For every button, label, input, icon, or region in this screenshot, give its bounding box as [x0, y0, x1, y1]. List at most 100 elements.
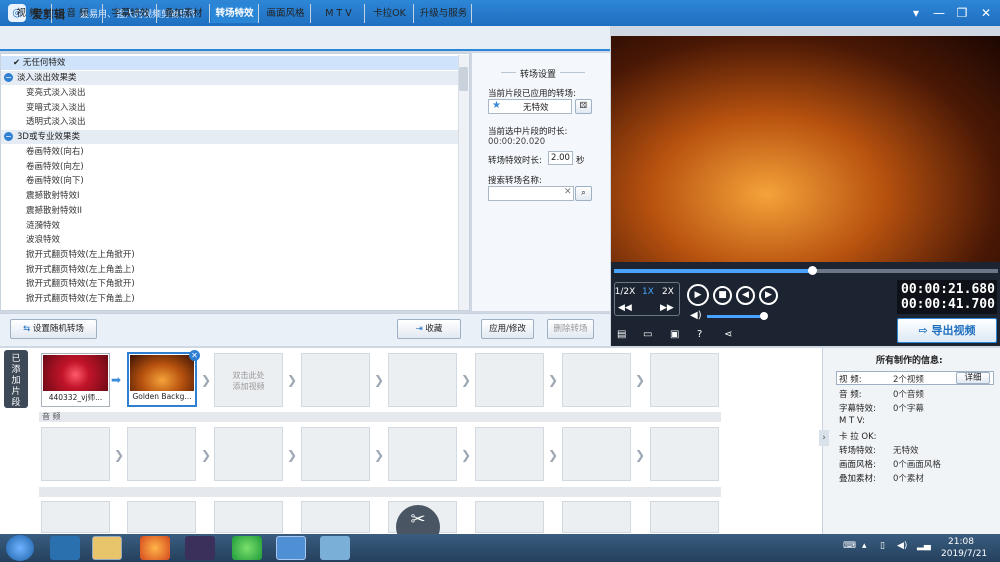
tab-upgrade[interactable]: 升级与服务: [416, 4, 472, 23]
notes-app-icon[interactable]: [320, 536, 350, 560]
transition-arrow-icon[interactable]: ➡: [111, 373, 121, 387]
collapse-panel-icon[interactable]: ›: [819, 430, 829, 446]
empty-slot[interactable]: [388, 427, 457, 481]
keyboard-icon[interactable]: ⌨: [843, 541, 856, 551]
effect-item[interactable]: 卷画特效(向左): [1, 160, 458, 174]
clock-time[interactable]: 21:08: [948, 537, 974, 547]
save-icon[interactable]: ▣: [670, 329, 679, 340]
empty-slot[interactable]: [475, 501, 544, 533]
maximize-icon[interactable]: ❐: [951, 4, 973, 22]
effect-item[interactable]: 震撼散射特效II: [1, 204, 458, 218]
apply-button[interactable]: 应用/修改: [481, 319, 534, 339]
effect-item[interactable]: 变亮式淡入淡出: [1, 86, 458, 100]
detail-button[interactable]: 详细: [956, 372, 990, 384]
empty-slot[interactable]: [301, 353, 370, 407]
menu-dropdown-icon[interactable]: ▾: [905, 4, 927, 22]
empty-slot[interactable]: [475, 427, 544, 481]
file-explorer-icon[interactable]: [92, 536, 122, 560]
speed-2x[interactable]: 2X: [657, 285, 679, 299]
empty-slot[interactable]: [127, 427, 196, 481]
delete-transition-button[interactable]: 删除转场: [547, 319, 594, 339]
effect-item[interactable]: 掀开式翻页特效(左下角盖上): [1, 292, 458, 306]
empty-slot[interactable]: [388, 353, 457, 407]
collect-button[interactable]: ⇥ 收藏: [397, 319, 461, 339]
network-icon[interactable]: ▂▄: [917, 541, 931, 551]
empty-slot[interactable]: [650, 501, 719, 533]
share-icon[interactable]: ⋖: [724, 329, 732, 340]
effect-item[interactable]: 变暗式淡入淡出: [1, 101, 458, 115]
empty-slot[interactable]: [650, 353, 719, 407]
tab-audio[interactable]: 音 频: [53, 4, 103, 23]
effect-duration-input[interactable]: 2.00: [548, 151, 573, 165]
open-folder-icon[interactable]: ▭: [643, 329, 652, 340]
empty-slot[interactable]: [41, 501, 110, 533]
empty-slot[interactable]: [475, 353, 544, 407]
rewind-icon[interactable]: ◀◀: [618, 303, 632, 313]
applied-transition-field[interactable]: ★ 无特效: [488, 99, 572, 114]
new-project-icon[interactable]: ▤: [617, 329, 626, 340]
tab-video[interactable]: 视 频: [4, 4, 52, 23]
clip-thumbnail-selected[interactable]: Golden Backg...: [127, 352, 197, 407]
empty-slot[interactable]: [214, 427, 283, 481]
volume-slider[interactable]: [707, 315, 763, 318]
video-app-icon[interactable]: [185, 536, 215, 560]
close-icon[interactable]: ✕: [975, 4, 997, 22]
play-icon[interactable]: ▶: [687, 284, 709, 306]
category-3d[interactable]: −3D或专业效果类: [1, 130, 458, 144]
next-frame-icon[interactable]: ▶: [759, 286, 778, 305]
empty-slot[interactable]: [301, 501, 370, 533]
speed-1x[interactable]: 1X: [637, 285, 659, 299]
stop-icon[interactable]: ■: [713, 286, 732, 305]
effect-item[interactable]: 掀开式翻页特效(左上角盖上): [1, 263, 458, 277]
effect-item[interactable]: 涟漪特效: [1, 219, 458, 233]
help-icon[interactable]: ?: [697, 329, 702, 340]
remove-clip-icon[interactable]: ✕: [189, 350, 200, 361]
effect-list-scrollbar[interactable]: [458, 55, 469, 310]
effect-item-none[interactable]: ✔ 无任何特效: [1, 56, 458, 70]
minimize-icon[interactable]: —: [928, 4, 950, 22]
battery-icon[interactable]: ▯: [880, 541, 885, 551]
empty-slot[interactable]: [562, 501, 631, 533]
added-clips-tab[interactable]: 已添加片段: [4, 350, 28, 408]
volume-knob[interactable]: [760, 312, 768, 320]
refresh-app-icon[interactable]: [232, 536, 262, 560]
effect-item[interactable]: 掀开式翻页特效(左下角掀开): [1, 277, 458, 291]
empty-slot[interactable]: [562, 427, 631, 481]
tab-style[interactable]: 画面风格: [261, 4, 311, 23]
effect-item[interactable]: 卷画特效(向下): [1, 174, 458, 188]
search-transition-input[interactable]: ✕: [488, 186, 574, 201]
tab-subtitle[interactable]: 字幕特效: [105, 4, 157, 23]
dice-icon[interactable]: ⚄: [575, 99, 592, 114]
empty-slot[interactable]: [214, 501, 283, 533]
tab-overlay[interactable]: 叠加素材: [158, 4, 210, 23]
start-button-icon[interactable]: [6, 535, 34, 561]
speaker-icon[interactable]: ◀): [897, 541, 907, 551]
prev-frame-icon[interactable]: ◀: [736, 286, 755, 305]
volume-icon[interactable]: ◀): [690, 310, 702, 321]
category-fade[interactable]: − 淡入淡出效果类: [1, 71, 458, 85]
search-icon[interactable]: ⌕: [575, 186, 592, 201]
empty-slot[interactable]: [41, 427, 110, 481]
clock-date[interactable]: 2019/7/21: [941, 549, 987, 559]
effect-item[interactable]: 震撼散射特效I: [1, 189, 458, 203]
clip-thumbnail[interactable]: 440332_vj师...: [41, 353, 110, 407]
empty-slot[interactable]: [127, 501, 196, 533]
aijianji-taskbar-icon[interactable]: [276, 536, 306, 560]
forward-icon[interactable]: ▶▶: [660, 303, 674, 313]
seek-knob[interactable]: [808, 266, 817, 275]
tray-arrow-icon[interactable]: ▴: [862, 541, 867, 551]
add-video-slot[interactable]: 双击此处 添加视频: [214, 353, 283, 407]
effect-item[interactable]: 卷画特效(向右): [1, 145, 458, 159]
empty-slot[interactable]: [301, 427, 370, 481]
effect-item[interactable]: 透明式淡入淡出: [1, 115, 458, 129]
firefox-icon[interactable]: [140, 536, 170, 560]
export-video-button[interactable]: ⇨ 导出视频: [897, 318, 997, 343]
tab-mtv[interactable]: M T V: [313, 4, 365, 23]
effect-item[interactable]: 掀开式翻页特效(左上角掀开): [1, 248, 458, 262]
empty-slot[interactable]: [650, 427, 719, 481]
clear-icon[interactable]: ✕: [564, 187, 572, 197]
empty-slot[interactable]: [562, 353, 631, 407]
effect-item[interactable]: 波浪特效: [1, 233, 458, 247]
speed-half[interactable]: 1/2X: [614, 285, 636, 299]
tab-transition[interactable]: 转场特效: [211, 4, 259, 23]
